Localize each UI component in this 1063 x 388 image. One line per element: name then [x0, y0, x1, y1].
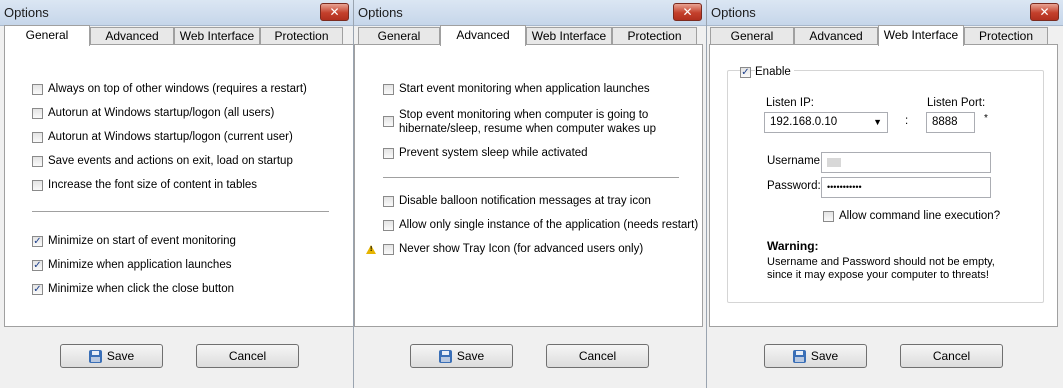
separator: [32, 211, 329, 212]
cancel-button-label: Cancel: [932, 349, 971, 363]
required-marker: *: [984, 113, 988, 124]
listen-ip-label: Listen IP:: [766, 97, 814, 109]
option-label: Minimize on start of event monitoring: [48, 235, 236, 247]
save-button-label: Save: [810, 349, 839, 363]
cancel-button[interactable]: Cancel: [546, 344, 649, 368]
options-window-general: Options ✕ General Advanced Web Interface…: [0, 0, 354, 388]
tab-general[interactable]: General: [710, 27, 794, 44]
warning-text-line1: Username and Password should not be empt…: [767, 256, 995, 268]
close-button[interactable]: ✕: [673, 3, 702, 21]
option-label: Autorun at Windows startup/logon (curren…: [48, 131, 293, 143]
option-label: Minimize when click the close button: [48, 283, 234, 295]
tab-advanced[interactable]: Advanced: [90, 27, 174, 44]
save-button[interactable]: Save: [410, 344, 513, 368]
username-input[interactable]: [821, 152, 991, 173]
option-checkbox[interactable]: [32, 84, 43, 95]
option-checkbox[interactable]: [32, 132, 43, 143]
cancel-button[interactable]: Cancel: [900, 344, 1003, 368]
tab-advanced[interactable]: Advanced: [794, 27, 878, 44]
option-label: Allow only single instance of the applic…: [399, 219, 699, 231]
ip-port-separator: :: [905, 115, 909, 127]
option-checkbox-checked[interactable]: ✓: [32, 260, 43, 271]
enable-label: Enable: [755, 66, 794, 78]
password-input[interactable]: •••••••••••: [821, 177, 991, 198]
advanced-panel: Start event monitoring when application …: [354, 44, 703, 327]
floppy-disk-icon: [792, 349, 806, 363]
save-button-label: Save: [106, 349, 135, 363]
listen-port-input[interactable]: 8888: [926, 112, 975, 133]
window-title: Options: [711, 5, 756, 20]
option-label: Start event monitoring when application …: [399, 83, 650, 95]
option-label: Autorun at Windows startup/logon (all us…: [48, 107, 275, 119]
option-label: Always on top of other windows (requires…: [48, 83, 307, 95]
option-checkbox[interactable]: [383, 148, 394, 159]
option-label: Save events and actions on exit, load on…: [48, 155, 293, 167]
allow-cmd-label: Allow command line execution?: [839, 210, 1001, 222]
enable-checkbox-checked[interactable]: ✓: [740, 67, 751, 78]
option-label: Stop event monitoring when computer is g…: [399, 109, 649, 121]
option-checkbox[interactable]: [383, 244, 394, 255]
tab-general[interactable]: General: [4, 25, 90, 46]
tab-protection[interactable]: Protection: [612, 27, 697, 44]
close-button[interactable]: ✕: [320, 3, 349, 21]
cancel-button-label: Cancel: [228, 349, 267, 363]
tab-web-interface[interactable]: Web Interface: [174, 27, 260, 44]
listen-port-label: Listen Port:: [927, 97, 986, 109]
warning-icon: !: [366, 245, 376, 254]
tab-strip: General Advanced Web Interface Protectio…: [0, 25, 353, 46]
tab-protection[interactable]: Protection: [964, 27, 1048, 44]
warning-title: Warning:: [767, 239, 819, 253]
option-checkbox[interactable]: [383, 84, 394, 95]
option-label: Minimize when application launches: [48, 259, 232, 271]
floppy-disk-icon: [88, 349, 102, 363]
tab-advanced[interactable]: Advanced: [440, 25, 526, 46]
warning-text-line2: since it may expose your computer to thr…: [767, 269, 989, 281]
password-label: Password:: [767, 180, 821, 192]
separator: [383, 177, 679, 178]
option-checkbox-checked[interactable]: ✓: [32, 284, 43, 295]
tab-strip: General Advanced Web Interface Protectio…: [354, 25, 706, 46]
tab-web-interface[interactable]: Web Interface: [878, 25, 964, 46]
title-bar: Options ✕: [0, 0, 353, 26]
option-label: Increase the font size of content in tab…: [48, 179, 258, 191]
save-button-label: Save: [456, 349, 485, 363]
general-panel: Always on top of other windows (requires…: [4, 44, 353, 327]
allow-cmd-checkbox[interactable]: [823, 211, 834, 222]
tab-web-interface[interactable]: Web Interface: [526, 27, 612, 44]
title-bar: Options ✕: [707, 0, 1063, 26]
close-button[interactable]: ✕: [1030, 3, 1059, 21]
option-label: Never show Tray Icon (for advanced users…: [399, 243, 644, 255]
save-button[interactable]: Save: [60, 344, 163, 368]
window-title: Options: [358, 5, 403, 20]
option-label-line2: hibernate/sleep, resume when computer wa…: [399, 123, 656, 135]
option-checkbox-checked[interactable]: ✓: [32, 236, 43, 247]
chevron-down-icon: ▼: [873, 117, 882, 127]
option-checkbox[interactable]: [383, 220, 394, 231]
title-bar: Options ✕: [354, 0, 706, 26]
redacted-username: [827, 158, 841, 167]
option-checkbox[interactable]: [383, 116, 394, 127]
floppy-disk-icon: [438, 349, 452, 363]
options-window-web-interface: Options ✕ General Advanced Web Interface…: [707, 0, 1063, 388]
option-checkbox[interactable]: [383, 196, 394, 207]
option-label: Prevent system sleep while activated: [399, 147, 588, 159]
listen-ip-value: 192.168.0.10: [770, 116, 838, 128]
tab-protection[interactable]: Protection: [260, 27, 343, 44]
tab-general[interactable]: General: [358, 27, 440, 44]
option-checkbox[interactable]: [32, 108, 43, 119]
option-label: Disable balloon notification messages at…: [399, 195, 651, 207]
window-title: Options: [4, 5, 49, 20]
username-label: Username:: [767, 155, 824, 167]
tab-strip: General Advanced Web Interface Protectio…: [707, 25, 1063, 46]
cancel-button[interactable]: Cancel: [196, 344, 299, 368]
options-window-advanced: Options ✕ General Advanced Web Interface…: [354, 0, 707, 388]
save-button[interactable]: Save: [764, 344, 867, 368]
cancel-button-label: Cancel: [578, 349, 617, 363]
option-checkbox[interactable]: [32, 156, 43, 167]
listen-ip-select[interactable]: 192.168.0.10 ▼: [764, 112, 888, 133]
option-checkbox[interactable]: [32, 180, 43, 191]
